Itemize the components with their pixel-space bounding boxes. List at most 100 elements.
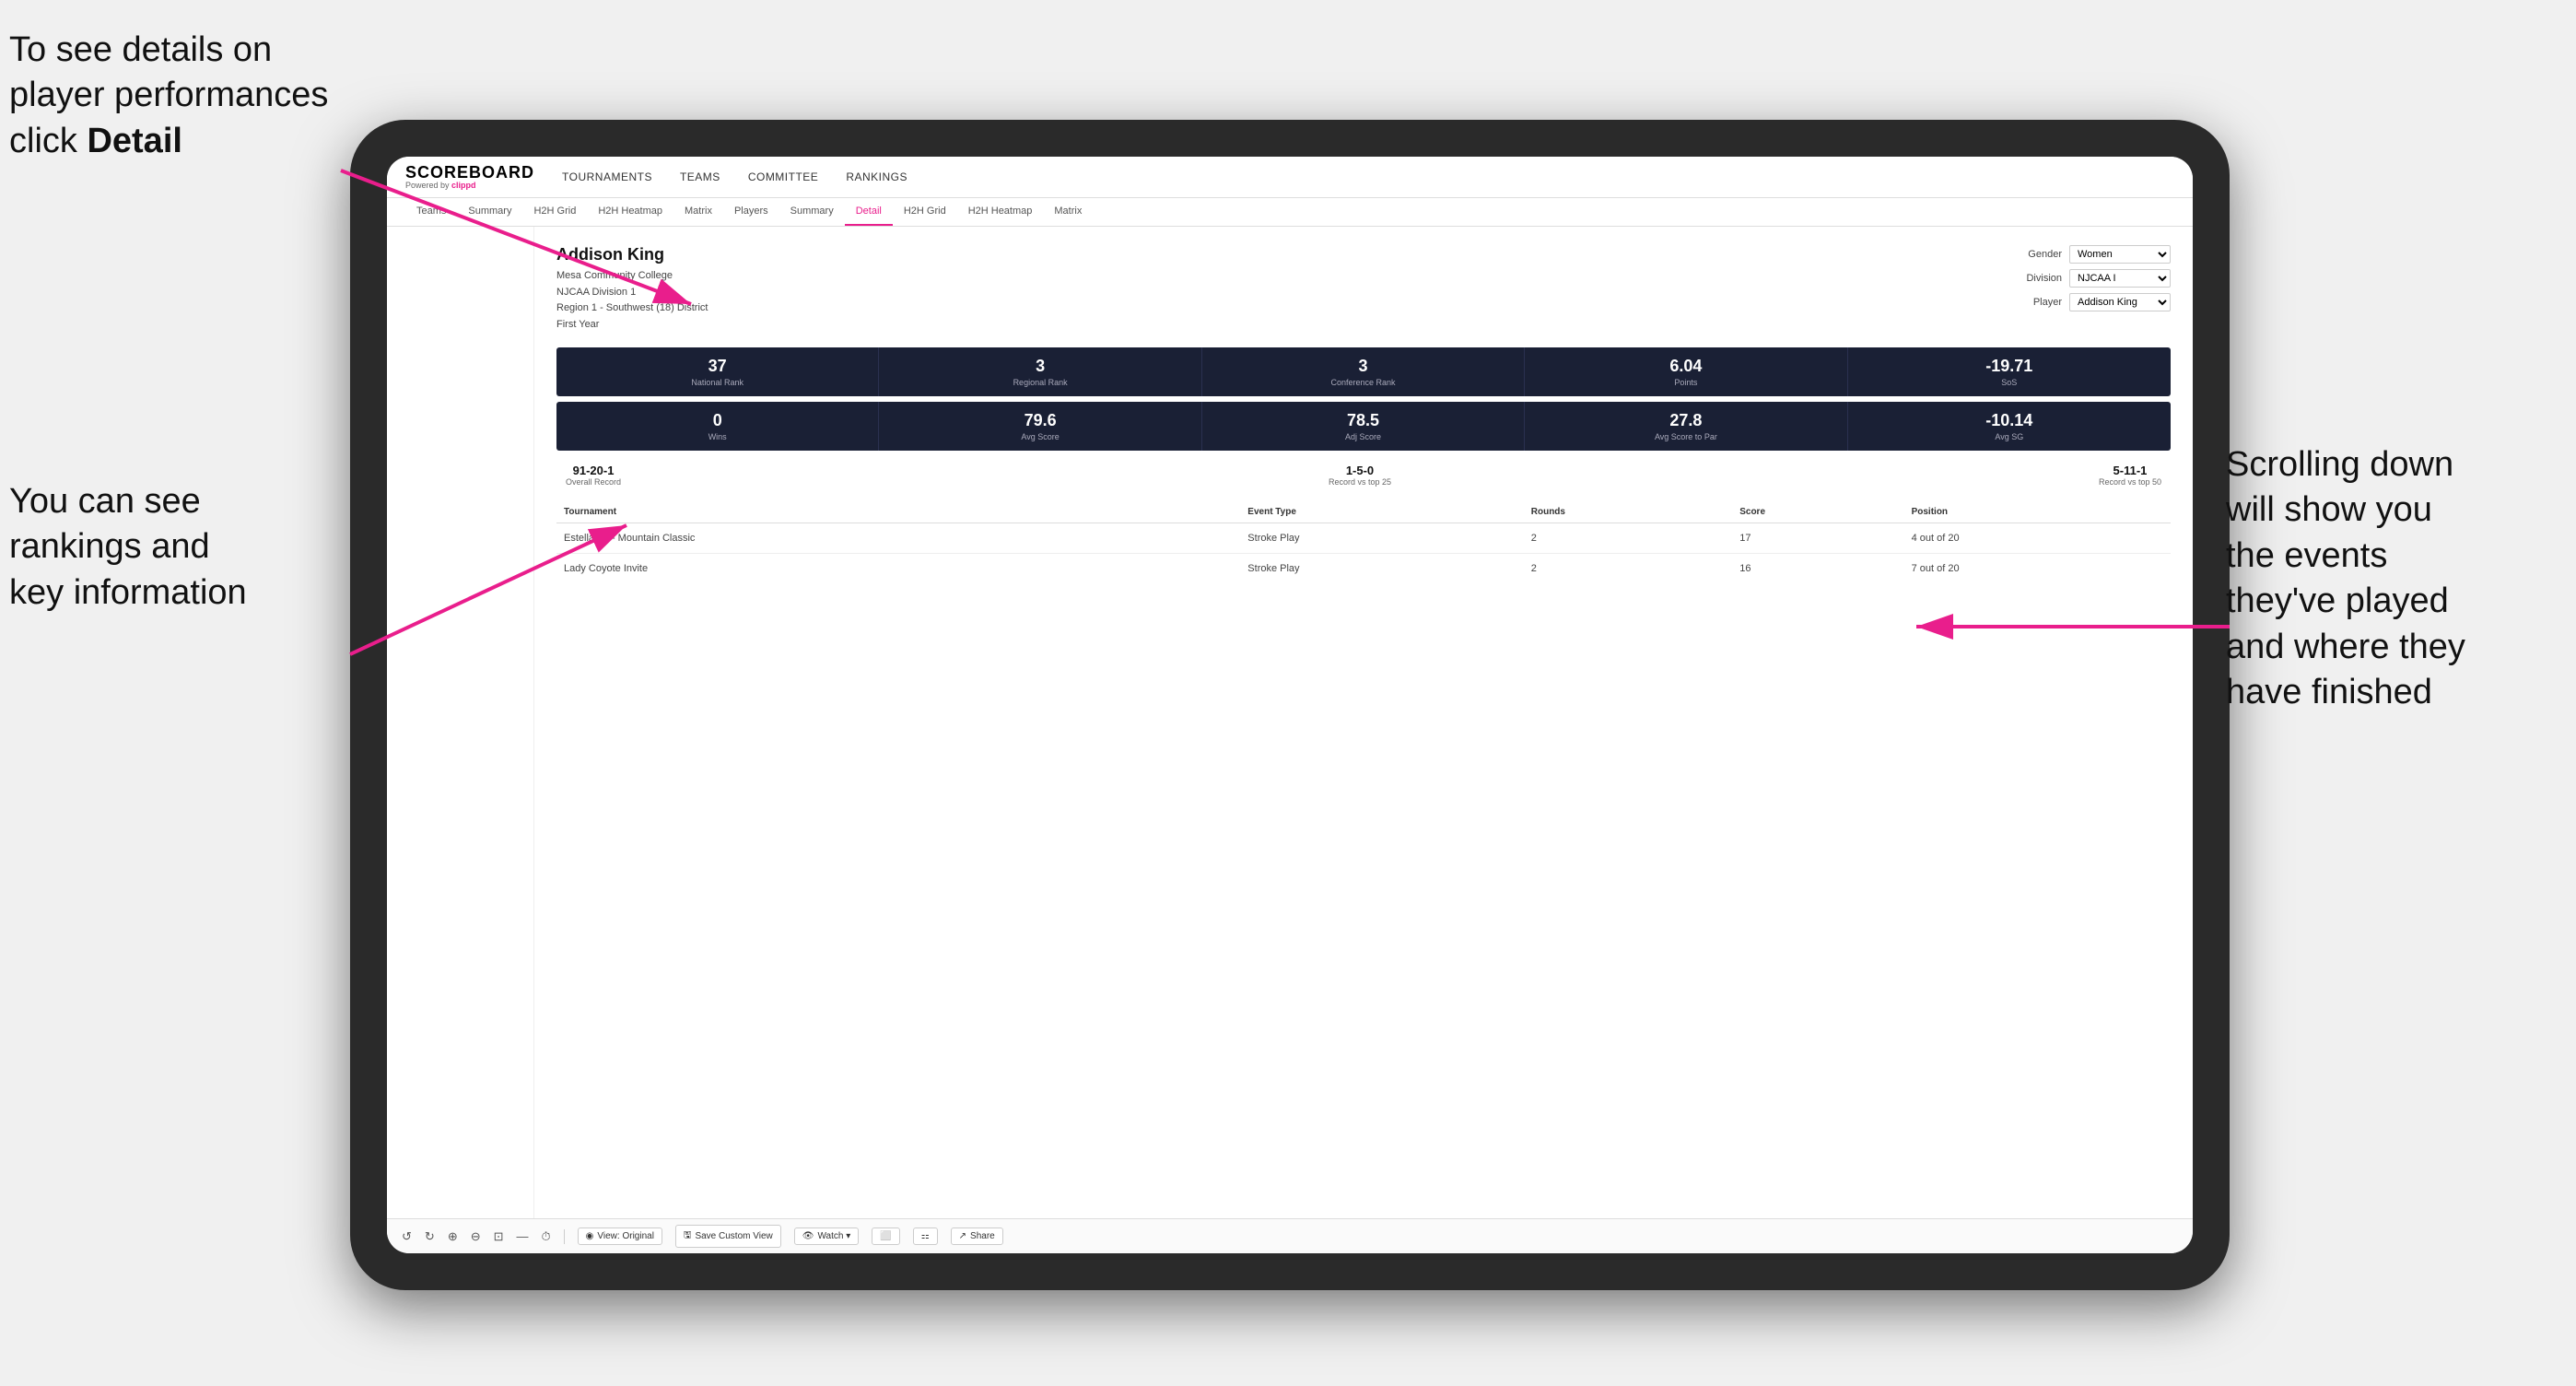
logo-scoreboard: SCOREBOARD (405, 164, 534, 181)
watch-button[interactable]: 👁 Watch ▾ (794, 1227, 859, 1245)
grid-button[interactable]: ⚏ (913, 1227, 938, 1245)
col-rounds: Rounds (1524, 501, 1732, 523)
row1-empty (1177, 523, 1240, 554)
sub-nav: Teams Summary H2H Grid H2H Heatmap Matri… (387, 198, 2193, 227)
view-icon: ◉ (586, 1231, 594, 1241)
stat-avg-score: 79.6 Avg Score (879, 402, 1201, 451)
division-label: Division (2011, 273, 2062, 284)
tablet-frame: SCOREBOARD Powered by clippd TOURNAMENTS… (350, 120, 2230, 1290)
record-top50: 5-11-1 Record vs top 50 (2099, 464, 2161, 487)
row1-event-type: Stroke Play (1240, 523, 1523, 554)
table-header-row: Tournament Event Type Rounds Score Posit… (556, 501, 2171, 523)
row2-position: 7 out of 20 (1904, 554, 2171, 584)
gender-label: Gender (2011, 249, 2062, 260)
undo-icon[interactable]: ↺ (402, 1229, 412, 1244)
nav-tournaments[interactable]: TOURNAMENTS (562, 170, 652, 183)
stat-avg-score-par: 27.8 Avg Score to Par (1525, 402, 1847, 451)
record-top50-label: Record vs top 50 (2099, 477, 2161, 487)
save-custom-view-button[interactable]: 🖫 Save Custom View (675, 1225, 781, 1248)
player-division: NJCAA Division 1 (556, 285, 708, 301)
col-score: Score (1732, 501, 1903, 523)
tab-summary2[interactable]: Summary (779, 198, 845, 224)
col-tournament: Tournament (556, 501, 1177, 523)
row1-score: 17 (1732, 523, 1903, 554)
stat-regional-rank-value: 3 (886, 357, 1193, 376)
player-select[interactable]: Addison King (2069, 293, 2171, 311)
table-row: Lady Coyote Invite Stroke Play 2 16 7 ou… (556, 554, 2171, 584)
redo-icon[interactable]: ↻ (425, 1229, 435, 1244)
stat-regional-rank-label: Regional Rank (886, 378, 1193, 387)
stats-row-1: 37 National Rank 3 Regional Rank 3 Confe… (556, 347, 2171, 396)
nav-rankings[interactable]: RANKINGS (846, 170, 907, 183)
record-top25-value: 1-5-0 (1329, 464, 1391, 477)
stat-adj-score-value: 78.5 (1210, 411, 1516, 430)
stat-adj-score-label: Adj Score (1210, 432, 1516, 441)
tab-summary[interactable]: Summary (457, 198, 522, 224)
watch-icon: 👁 (802, 1231, 814, 1241)
view-original-button[interactable]: ◉ View: Original (578, 1227, 662, 1245)
tab-h2h-grid2[interactable]: H2H Grid (893, 198, 957, 224)
main-content: Addison King Mesa Community College NJCA… (387, 227, 2193, 1218)
save-label: Save Custom View (695, 1231, 772, 1241)
record-top50-value: 5-11-1 (2099, 464, 2161, 477)
player-header: Addison King Mesa Community College NJCA… (556, 245, 2171, 333)
row1-tournament: Estella CC- Mountain Classic (556, 523, 1177, 554)
logo-area: SCOREBOARD Powered by clippd (405, 164, 534, 190)
stat-adj-score: 78.5 Adj Score (1202, 402, 1525, 451)
tab-h2h-grid[interactable]: H2H Grid (522, 198, 587, 224)
stat-sos-value: -19.71 (1856, 357, 2163, 376)
sub-nav-links: Teams Summary H2H Grid H2H Heatmap Matri… (405, 198, 1093, 226)
share-label: Share (970, 1231, 995, 1241)
col-position: Position (1904, 501, 2171, 523)
screen-button[interactable]: ⬜ (872, 1227, 899, 1245)
view-label: View: Original (597, 1231, 654, 1241)
player-control: Player Addison King (2011, 293, 2171, 311)
record-top25: 1-5-0 Record vs top 25 (1329, 464, 1391, 487)
tab-teams[interactable]: Teams (405, 198, 457, 224)
stat-conference-rank-label: Conference Rank (1210, 378, 1516, 387)
col-empty (1177, 501, 1240, 523)
stat-avg-score-value: 79.6 (886, 411, 1193, 430)
player-info: Addison King Mesa Community College NJCA… (556, 245, 708, 333)
zoom-out-icon[interactable]: ⊖ (471, 1229, 481, 1244)
row2-event-type: Stroke Play (1240, 554, 1523, 584)
records-row: 91-20-1 Overall Record 1-5-0 Record vs t… (556, 464, 2171, 487)
stat-avg-sg: -10.14 Avg SG (1848, 402, 2171, 451)
tab-h2h-heatmap2[interactable]: H2H Heatmap (957, 198, 1044, 224)
player-name: Addison King (556, 245, 708, 264)
stat-points: 6.04 Points (1525, 347, 1847, 396)
minus-icon[interactable]: — (517, 1229, 529, 1243)
toolbar-separator (564, 1229, 565, 1244)
tab-h2h-heatmap[interactable]: H2H Heatmap (587, 198, 673, 224)
record-top25-label: Record vs top 25 (1329, 477, 1391, 487)
fit-icon[interactable]: ⊡ (494, 1229, 504, 1244)
player-region: Region 1 - Southwest (18) District (556, 300, 708, 317)
stat-avg-score-label: Avg Score (886, 432, 1193, 441)
division-select[interactable]: NJCAA I NJCAA II (2069, 269, 2171, 288)
stat-national-rank-label: National Rank (564, 378, 871, 387)
tab-players[interactable]: Players (723, 198, 779, 224)
top-nav: SCOREBOARD Powered by clippd TOURNAMENTS… (387, 157, 2193, 198)
stat-regional-rank: 3 Regional Rank (879, 347, 1201, 396)
timer-icon[interactable]: ⏱ (542, 1229, 551, 1244)
gender-select[interactable]: Women Men (2069, 245, 2171, 264)
row1-position: 4 out of 20 (1904, 523, 2171, 554)
tab-matrix2[interactable]: Matrix (1043, 198, 1093, 224)
annotation-top-left: To see details on player performances cl… (9, 28, 350, 164)
stat-conference-rank-value: 3 (1210, 357, 1516, 376)
top-nav-links: TOURNAMENTS TEAMS COMMITTEE RANKINGS (562, 169, 907, 185)
logo-powered: Powered by clippd (405, 181, 534, 190)
zoom-in-icon[interactable]: ⊕ (448, 1229, 458, 1244)
stat-avg-sg-value: -10.14 (1856, 411, 2163, 430)
content-area: Addison King Mesa Community College NJCA… (534, 227, 2193, 1218)
nav-teams[interactable]: TEAMS (680, 170, 720, 183)
stat-avg-score-par-value: 27.8 (1532, 411, 1839, 430)
row2-score: 16 (1732, 554, 1903, 584)
tab-matrix[interactable]: Matrix (673, 198, 723, 224)
player-year: First Year (556, 317, 708, 334)
sidebar (387, 227, 534, 1218)
nav-committee[interactable]: COMMITTEE (748, 170, 819, 183)
share-button[interactable]: ↗ Share (951, 1227, 1003, 1245)
tab-detail[interactable]: Detail (845, 198, 893, 226)
save-icon: 🖫 (684, 1228, 692, 1244)
